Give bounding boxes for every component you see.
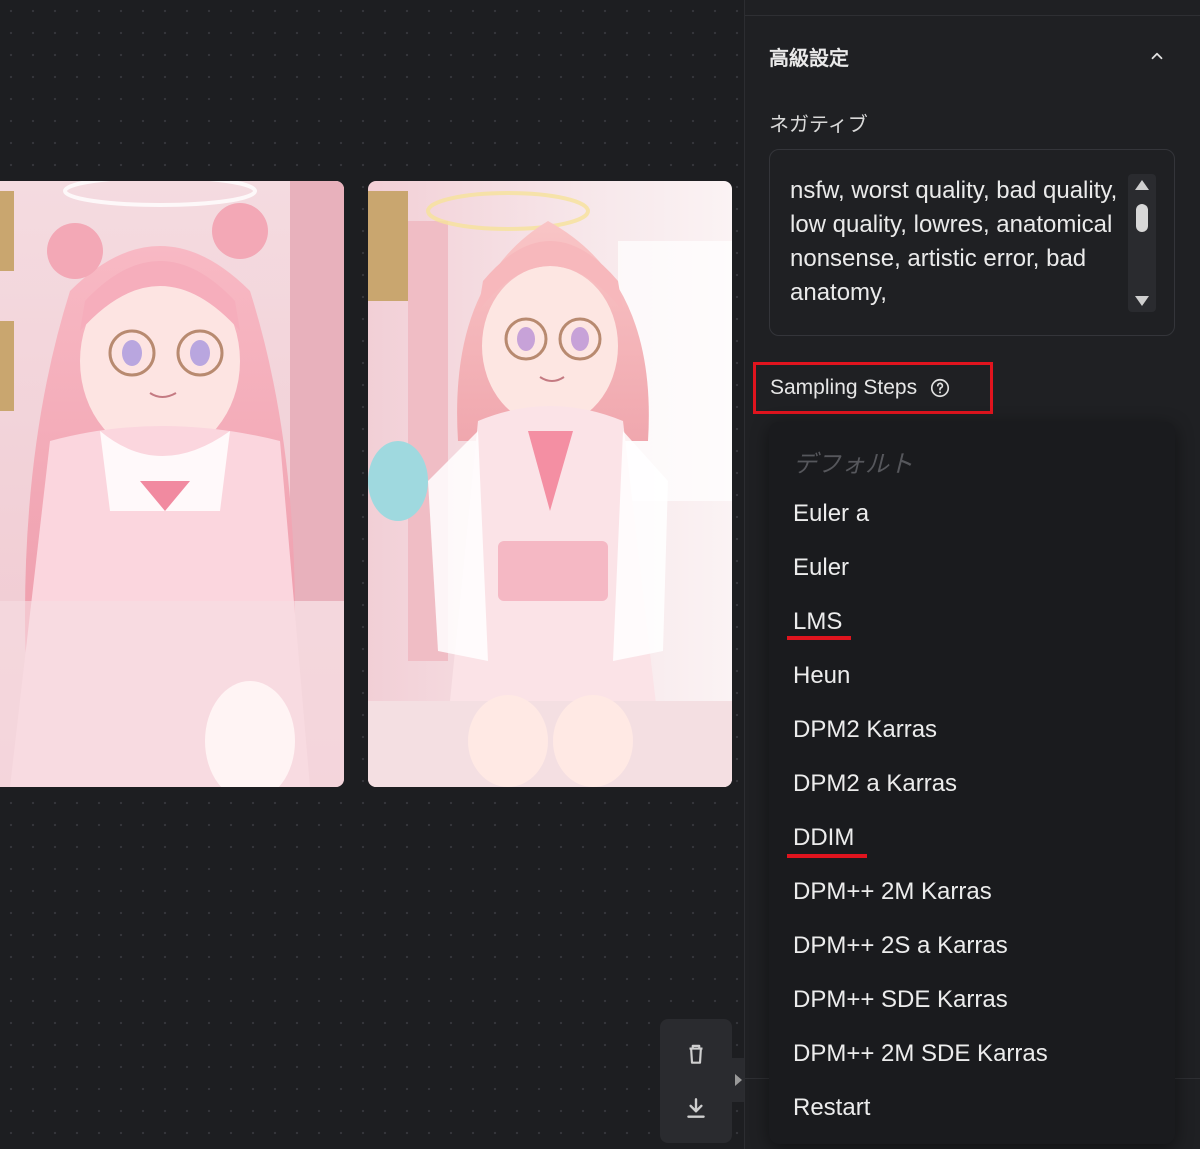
option-dpmpp-2s-a-karras[interactable]: DPM++ 2S a Karras <box>793 932 1008 960</box>
option-dpm2-a-karras[interactable]: DPM2 a Karras <box>793 770 957 798</box>
option-ddim[interactable]: DDIM <box>793 824 854 852</box>
dropdown-placeholder[interactable]: デフォルト <box>793 444 913 479</box>
advanced-settings-title: 高級設定 <box>769 48 849 70</box>
generated-image-1[interactable] <box>0 181 344 787</box>
option-lms[interactable]: LMS <box>793 608 842 636</box>
image-toolbar <box>660 1019 732 1143</box>
chevron-up-icon <box>1151 52 1163 60</box>
sampling-steps-highlight: Sampling Steps <box>753 362 993 414</box>
divider <box>745 15 1200 16</box>
settings-panel: 高級設定 ネガティブ nsfw, worst quality, bad qual… <box>744 0 1200 1149</box>
sampling-steps-label: Sampling Steps <box>770 376 918 399</box>
caret-right-icon <box>734 1074 742 1086</box>
ddim-highlight-underline <box>787 854 867 858</box>
delete-button[interactable] <box>676 1034 716 1074</box>
help-circle-icon[interactable] <box>929 377 951 399</box>
option-dpm2-karras[interactable]: DPM2 Karras <box>793 716 937 744</box>
scroll-up-arrow-icon[interactable] <box>1135 180 1149 190</box>
image-canvas <box>0 0 784 1149</box>
option-dpmpp-2m-sde-karras[interactable]: DPM++ 2M SDE Karras <box>793 1040 1048 1068</box>
lms-highlight-underline <box>787 636 851 640</box>
generated-image-2[interactable] <box>368 181 732 787</box>
panel-collapse-toggle[interactable] <box>732 1058 744 1102</box>
option-dpmpp-2m-karras[interactable]: DPM++ 2M Karras <box>793 878 992 906</box>
download-icon <box>687 1098 705 1118</box>
textarea-scrollbar[interactable] <box>1128 174 1156 312</box>
option-restart[interactable]: Restart <box>793 1094 870 1122</box>
negative-prompt-label: ネガティブ <box>769 114 868 136</box>
option-heun[interactable]: Heun <box>793 662 850 690</box>
scroll-thumb[interactable] <box>1136 204 1148 232</box>
negative-prompt-text[interactable]: nsfw, worst quality, bad quality, low qu… <box>790 174 1130 310</box>
collapse-section-button[interactable] <box>1145 44 1169 68</box>
sampler-dropdown-menu: デフォルト Euler a Euler LMS Heun DPM2 Karras… <box>769 422 1175 1144</box>
negative-prompt-textarea[interactable]: nsfw, worst quality, bad quality, low qu… <box>769 149 1175 336</box>
option-euler-a[interactable]: Euler a <box>793 500 869 528</box>
trash-icon <box>689 1044 703 1064</box>
option-dpmpp-sde-karras[interactable]: DPM++ SDE Karras <box>793 986 1008 1014</box>
download-button[interactable] <box>676 1088 716 1128</box>
option-euler[interactable]: Euler <box>793 554 849 582</box>
scroll-down-arrow-icon[interactable] <box>1135 296 1149 306</box>
